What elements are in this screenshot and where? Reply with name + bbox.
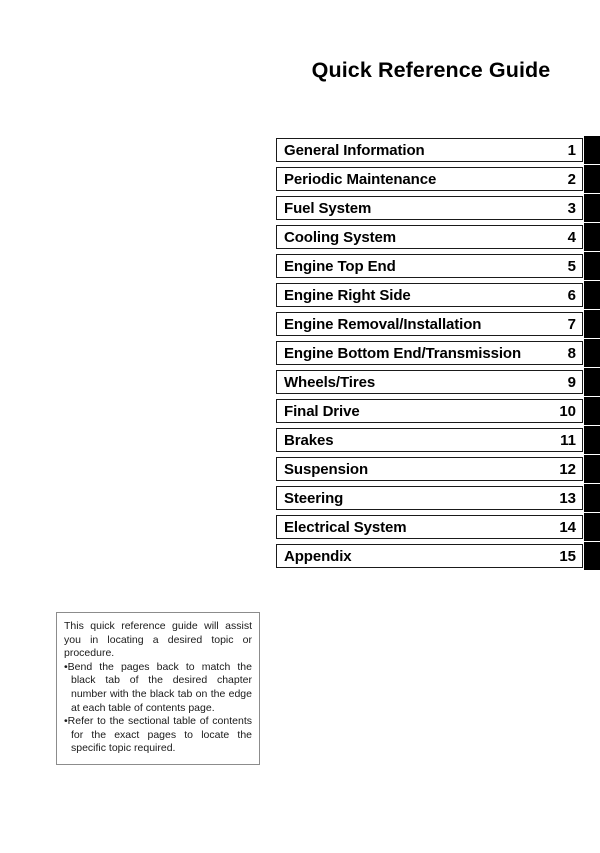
chapter-label: Fuel System	[284, 200, 372, 216]
chapter-label: Engine Top End	[284, 258, 396, 274]
chapter-black-tab	[584, 484, 600, 512]
chapter-label: Appendix	[284, 548, 352, 564]
chapter-box[interactable]: Engine Bottom End/Transmission 8	[276, 341, 583, 365]
chapter-number: 13	[559, 489, 576, 507]
chapter-box[interactable]: Appendix 15	[276, 544, 583, 568]
chapter-row[interactable]: General Information 1	[276, 136, 600, 164]
chapter-box[interactable]: Wheels/Tires 9	[276, 370, 583, 394]
chapter-number: 1	[567, 141, 576, 159]
chapter-black-tab	[584, 426, 600, 454]
chapter-label: Cooling System	[284, 229, 396, 245]
chapter-black-tab	[584, 339, 600, 367]
chapter-number: 7	[567, 315, 576, 333]
chapter-box[interactable]: Final Drive 10	[276, 399, 583, 423]
chapter-black-tab	[584, 223, 600, 251]
chapter-label: General Information	[284, 142, 425, 158]
chapter-label: Electrical System	[284, 519, 407, 535]
chapter-row[interactable]: Engine Removal/Installation 7	[276, 310, 600, 338]
chapter-box[interactable]: Engine Top End 5	[276, 254, 583, 278]
chapter-label: Wheels/Tires	[284, 374, 376, 390]
chapter-row[interactable]: Appendix 15	[276, 542, 600, 570]
chapter-row[interactable]: Wheels/Tires 9	[276, 368, 600, 396]
chapter-number: 6	[567, 286, 576, 304]
note-bullet-list: •Bend the pages back to match the black …	[64, 661, 252, 756]
chapter-number: 14	[559, 518, 576, 536]
chapter-box[interactable]: Engine Right Side 6	[276, 283, 583, 307]
chapter-black-tab	[584, 455, 600, 483]
chapter-row[interactable]: Cooling System 4	[276, 223, 600, 251]
chapter-black-tab	[584, 310, 600, 338]
chapter-black-tab	[584, 513, 600, 541]
chapter-row[interactable]: Fuel System 3	[276, 194, 600, 222]
chapter-label: Final Drive	[284, 403, 360, 419]
chapter-label: Engine Removal/Installation	[284, 316, 482, 332]
note-bullet: •Bend the pages back to match the black …	[64, 660, 252, 714]
chapter-index-list: General Information 1 Periodic Maintenance…	[276, 136, 600, 573]
chapter-number: 4	[567, 228, 576, 246]
chapter-row[interactable]: Suspension 12	[276, 455, 600, 483]
chapter-black-tab	[584, 368, 600, 396]
chapter-black-tab	[584, 252, 600, 280]
chapter-black-tab	[584, 136, 600, 164]
chapter-row[interactable]: Final Drive 10	[276, 397, 600, 425]
chapter-number: 3	[567, 199, 576, 217]
chapter-box[interactable]: Periodic Maintenance 2	[276, 167, 583, 191]
chapter-box[interactable]: Brakes 11	[276, 428, 583, 452]
chapter-label: Steering	[284, 490, 344, 506]
chapter-black-tab	[584, 542, 600, 570]
chapter-box[interactable]: Engine Removal/Installation 7	[276, 312, 583, 336]
chapter-number: 8	[567, 344, 576, 362]
chapter-number: 5	[567, 257, 576, 275]
chapter-label: Engine Right Side	[284, 287, 411, 303]
chapter-row[interactable]: Brakes 11	[276, 426, 600, 454]
chapter-box[interactable]: Cooling System 4	[276, 225, 583, 249]
chapter-box[interactable]: General Information 1	[276, 138, 583, 162]
chapter-row[interactable]: Engine Bottom End/Transmission 8	[276, 339, 600, 367]
chapter-number: 10	[559, 402, 576, 420]
chapter-row[interactable]: Steering 13	[276, 484, 600, 512]
chapter-row[interactable]: Periodic Maintenance 2	[276, 165, 600, 193]
chapter-number: 12	[559, 460, 576, 478]
chapter-label: Suspension	[284, 461, 369, 477]
chapter-black-tab	[584, 165, 600, 193]
note-bullet: •Refer to the sectional table of content…	[64, 715, 252, 755]
chapter-label: Brakes	[284, 432, 334, 448]
chapter-box[interactable]: Electrical System 14	[276, 515, 583, 539]
chapter-black-tab	[584, 194, 600, 222]
chapter-label: Engine Bottom End/Transmission	[284, 345, 522, 361]
chapter-row[interactable]: Electrical System 14	[276, 513, 600, 541]
chapter-black-tab	[584, 397, 600, 425]
chapter-number: 2	[567, 170, 576, 188]
page-title: Quick Reference Guide	[311, 58, 551, 82]
instruction-note-box: This quick reference guide will assist y…	[56, 612, 260, 765]
chapter-box[interactable]: Fuel System 3	[276, 196, 583, 220]
chapter-row[interactable]: Engine Right Side 6	[276, 281, 600, 309]
chapter-box[interactable]: Suspension 12	[276, 457, 583, 481]
chapter-number: 11	[560, 431, 576, 449]
chapter-box[interactable]: Steering 13	[276, 486, 583, 510]
chapter-number: 15	[559, 547, 576, 565]
note-paragraph: This quick reference guide will assist y…	[64, 620, 252, 660]
chapter-label: Periodic Maintenance	[284, 171, 437, 187]
chapter-row[interactable]: Engine Top End 5	[276, 252, 600, 280]
chapter-number: 9	[567, 373, 576, 391]
chapter-black-tab	[584, 281, 600, 309]
